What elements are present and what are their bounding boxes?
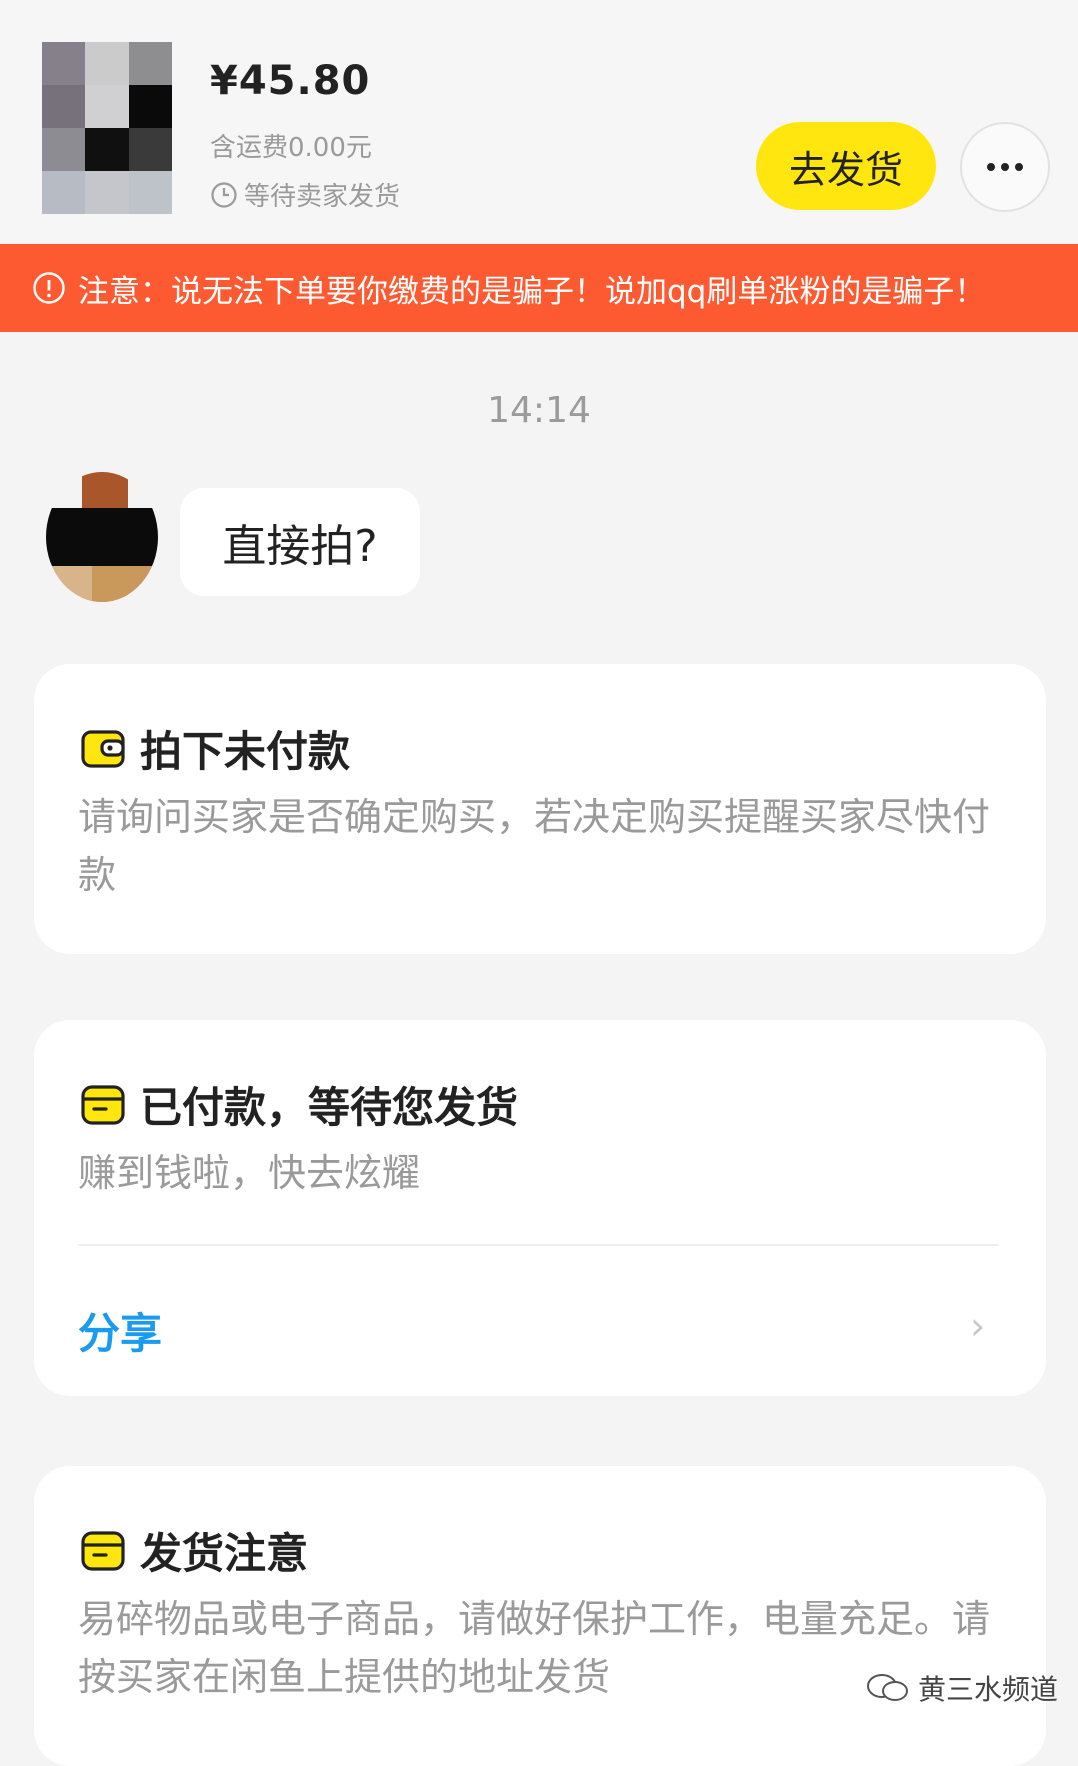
- clock-icon: [211, 181, 237, 208]
- chat-message-bubble[interactable]: 直接拍?: [180, 488, 420, 596]
- card-paid-title: 已付款，等待您发货: [80, 1074, 518, 1135]
- ship-button[interactable]: 去发货: [756, 122, 936, 210]
- card-unpaid: 拍下未付款 请询问买家是否确定购买，若决定购买提醒买家尽快付款: [34, 664, 1046, 954]
- fraud-warning-banner: 注意：说无法下单要你缴费的是骗子！说加qq刷单涨粉的是骗子！: [0, 244, 1078, 332]
- buyer-avatar[interactable]: [46, 472, 158, 602]
- wallet-icon: [81, 729, 125, 768]
- chevron-right-icon[interactable]: ›: [970, 1304, 985, 1348]
- warning-text: 注意：说无法下单要你缴费的是骗子！说加qq刷单涨粉的是骗子！: [78, 273, 986, 310]
- card-shipping-notice-description: 易碎物品或电子商品，请做好保护工作，电量充足。请按买家在闲鱼上提供的地址发货: [78, 1597, 991, 1699]
- more-options-button[interactable]: [960, 122, 1050, 212]
- product-thumbnail[interactable]: [42, 42, 172, 214]
- package-icon: [81, 1084, 125, 1125]
- watermark-text: 黄三水频道: [918, 1673, 1059, 1706]
- channel-watermark: 黄三水频道: [866, 1668, 1058, 1708]
- alert-icon: [33, 272, 65, 304]
- shipping-fee: 含运费0.00元: [210, 133, 372, 163]
- message-timestamp: 14:14: [487, 390, 591, 431]
- wechat-icon: [867, 1674, 908, 1701]
- card-shipping-notice-title: 发货注意: [80, 1520, 308, 1581]
- package-icon: [81, 1530, 125, 1571]
- card-paid-description: 赚到钱啦，快去炫耀: [78, 1151, 421, 1195]
- order-price: ¥45.80: [210, 58, 371, 104]
- more-dots-icon: [987, 163, 995, 171]
- order-status-text: 等待卖家发货: [244, 182, 401, 212]
- card-divider: [78, 1244, 998, 1246]
- order-status: 等待卖家发货: [210, 176, 400, 213]
- order-header: ¥45.80 含运费0.00元 等待卖家发货 去发货: [0, 0, 1078, 244]
- card-unpaid-title: 拍下未付款: [80, 718, 350, 779]
- card-shipping-notice: 发货注意 易碎物品或电子商品，请做好保护工作，电量充足。请按买家在闲鱼上提供的地…: [34, 1466, 1046, 1766]
- card-unpaid-description: 请询问买家是否确定购买，若决定购买提醒买家尽快付款: [78, 795, 991, 897]
- share-link[interactable]: 分享: [78, 1300, 162, 1361]
- card-paid: 已付款，等待您发货 赚到钱啦，快去炫耀 分享 ›: [34, 1020, 1046, 1396]
